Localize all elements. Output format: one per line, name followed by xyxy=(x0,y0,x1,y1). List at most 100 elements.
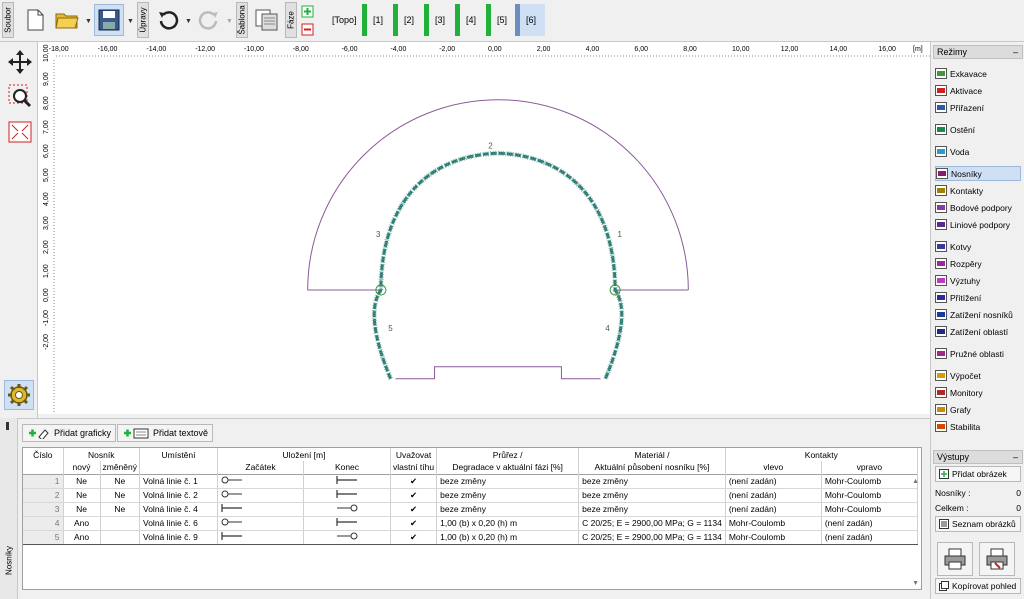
cell-material[interactable]: beze změny xyxy=(578,502,726,517)
mode-grafy[interactable]: Grafy xyxy=(935,402,1021,417)
cell-umisteni[interactable]: Volná linie č. 1 xyxy=(139,474,218,489)
cell-start-support[interactable] xyxy=(217,474,304,489)
add-graphic-button[interactable]: Přidat graficky xyxy=(22,424,117,442)
phase-6[interactable]: [6] xyxy=(515,4,545,36)
bottom-panel-tab[interactable]: Nosníky xyxy=(0,418,18,599)
table-row[interactable]: 1 Ne Ne Volná linie č. 1 ✔ beze změny beze změ… xyxy=(23,474,918,489)
phase-5[interactable]: [5] xyxy=(486,4,507,36)
drawing-canvas[interactable]: -18,00 -16,00 -14,00 -12,00 -10,00 -8,00 -6,00… xyxy=(38,21,930,414)
cell-kontakt-vlevo[interactable]: (není zadán) xyxy=(725,474,822,489)
cell-zmeneny[interactable]: Ne xyxy=(100,488,140,503)
cell-umisteni[interactable]: Volná linie č. 9 xyxy=(139,529,218,545)
mode-přiřazení[interactable]: Přiřazení xyxy=(935,100,1021,115)
faze-group-label[interactable]: Fáze xyxy=(285,2,297,38)
phase-topo[interactable]: [Topo] xyxy=(328,4,361,36)
table-row[interactable]: 4 Ano Volná linie č. 6 ✔ 1,00 (b) x 0,20 (h)… xyxy=(23,516,918,531)
cell-prurez[interactable]: 1,00 (b) x 0,20 (h) m xyxy=(436,529,580,545)
save-dropdown-icon[interactable]: ▼ xyxy=(127,18,134,25)
pin-icon[interactable] xyxy=(6,422,9,430)
model-drawing[interactable]: -18,00 -16,00 -14,00 -12,00 -10,00 -8,00 -6,00… xyxy=(38,21,930,414)
cell-start-support[interactable] xyxy=(217,488,304,503)
cell-novy[interactable]: Ne xyxy=(63,474,101,489)
table-row[interactable]: 2 Ne Ne Volná linie č. 2 ✔ beze změny beze změ… xyxy=(23,488,918,503)
cell-material[interactable]: beze změny xyxy=(578,474,726,489)
template-icon[interactable] xyxy=(252,4,282,36)
mode-voda[interactable]: Voda xyxy=(935,144,1021,159)
mode-kontakty[interactable]: Kontakty xyxy=(935,183,1021,198)
undo-icon[interactable] xyxy=(153,4,183,36)
remove-phase-icon[interactable] xyxy=(301,23,314,38)
cell-zmeneny[interactable]: Ne xyxy=(100,474,140,489)
pan-move-icon[interactable] xyxy=(6,48,34,76)
zoom-extents-icon[interactable] xyxy=(6,118,34,146)
cell-end-support[interactable] xyxy=(303,474,391,489)
cell-prurez[interactable]: beze změny xyxy=(436,488,580,503)
mode-zatížení-oblastí[interactable]: Zatížení oblastí xyxy=(935,324,1021,339)
cell-start-support[interactable] xyxy=(217,516,304,531)
table-row[interactable]: 5 Ano Volná linie č. 9 ✔ 1,00 (b) x 0,20 (h)… xyxy=(23,529,918,545)
beams-table[interactable]: Číslo Nosník Umístění Uložení [m] Uvažov… xyxy=(22,447,922,590)
cell-zmeneny[interactable] xyxy=(100,529,140,545)
cell-self-weight-check[interactable]: ✔ xyxy=(390,488,438,503)
cell-material[interactable]: C 20/25; E = 2900,00 MPa; G = 1134 xyxy=(578,529,726,545)
scroll-down-icon[interactable]: ▼ xyxy=(912,580,919,587)
cell-prurez[interactable]: beze změny xyxy=(436,474,580,489)
cell-novy[interactable]: Ano xyxy=(63,529,101,545)
cell-start-support[interactable] xyxy=(217,529,304,545)
tunnel-lining[interactable] xyxy=(371,150,625,380)
cell-umisteni[interactable]: Volná linie č. 2 xyxy=(139,488,218,503)
cell-umisteni[interactable]: Volná linie č. 6 xyxy=(139,516,218,531)
add-text-button[interactable]: Přidat textově xyxy=(117,424,214,442)
mode-pružné-oblasti[interactable]: Pružné oblasti xyxy=(935,346,1021,361)
mode-monitory[interactable]: Monitory xyxy=(935,385,1021,400)
add-picture-button[interactable]: Přidat obrázek xyxy=(935,466,1021,482)
open-folder-icon[interactable] xyxy=(52,4,82,36)
cell-prurez[interactable]: 1,00 (b) x 0,20 (h) m xyxy=(436,516,580,531)
new-file-icon[interactable] xyxy=(20,4,50,36)
cell-novy[interactable]: Ne xyxy=(63,502,101,517)
mode-liniové-podpory[interactable]: Liniové podpory xyxy=(935,217,1021,232)
cell-end-support[interactable] xyxy=(303,488,391,503)
vystupy-header[interactable]: Výstupy – xyxy=(933,450,1023,464)
mode-stabilita[interactable]: Stabilita xyxy=(935,419,1021,434)
cell-end-support[interactable] xyxy=(303,516,391,531)
cell-material[interactable]: beze změny xyxy=(578,488,726,503)
cell-umisteni[interactable]: Volná linie č. 4 xyxy=(139,502,218,517)
mode-exkavace[interactable]: Exkavace xyxy=(935,66,1021,81)
cell-kontakt-vpravo[interactable]: Mohr-Coulomb xyxy=(821,474,918,489)
cell-kontakt-vlevo[interactable]: (není zadán) xyxy=(725,488,822,503)
save-icon[interactable] xyxy=(94,4,124,36)
mode-ostění[interactable]: Ostění xyxy=(935,122,1021,137)
cell-start-support[interactable] xyxy=(217,502,304,517)
mode-bodové-podpory[interactable]: Bodové podpory xyxy=(935,200,1021,215)
copy-view-button[interactable]: Kopírovat pohled xyxy=(935,578,1021,594)
mode-přitížení[interactable]: Přitížení xyxy=(935,290,1021,305)
settings-gear-icon[interactable] xyxy=(4,380,34,410)
cell-self-weight-check[interactable]: ✔ xyxy=(390,516,438,531)
mode-rozpěry[interactable]: Rozpěry xyxy=(935,256,1021,271)
mode-kotvy[interactable]: Kotvy xyxy=(935,239,1021,254)
cell-zmeneny[interactable] xyxy=(100,516,140,531)
cell-end-support[interactable] xyxy=(303,529,391,545)
cell-self-weight-check[interactable]: ✔ xyxy=(390,529,438,545)
mode-zatížení-nosníků[interactable]: Zatížení nosníků xyxy=(935,307,1021,322)
cell-prurez[interactable]: beze změny xyxy=(436,502,580,517)
upravy-group-label[interactable]: Úpravy xyxy=(137,2,149,38)
phase-4[interactable]: [4] xyxy=(455,4,476,36)
mode-výpočet[interactable]: Výpočet xyxy=(935,368,1021,383)
add-phase-icon[interactable] xyxy=(301,5,314,20)
phase-3[interactable]: [3] xyxy=(424,4,445,36)
mode-aktivace[interactable]: Aktivace xyxy=(935,83,1021,98)
cell-zmeneny[interactable]: Ne xyxy=(100,502,140,517)
zoom-window-icon[interactable] xyxy=(6,82,34,110)
cell-self-weight-check[interactable]: ✔ xyxy=(390,502,438,517)
cell-kontakt-vpravo[interactable]: (není zadán) xyxy=(821,529,918,545)
soubor-group-label[interactable]: Soubor xyxy=(2,2,14,38)
collapse-icon[interactable]: – xyxy=(1013,451,1018,463)
scroll-up-icon[interactable]: ▲ xyxy=(912,478,919,485)
cell-self-weight-check[interactable]: ✔ xyxy=(390,474,438,489)
print-export-button[interactable] xyxy=(979,542,1015,576)
undo-dropdown-icon[interactable]: ▼ xyxy=(185,18,192,25)
picture-list-button[interactable]: Seznam obrázků xyxy=(935,516,1021,532)
cell-kontakt-vpravo[interactable]: Mohr-Coulomb xyxy=(821,502,918,517)
